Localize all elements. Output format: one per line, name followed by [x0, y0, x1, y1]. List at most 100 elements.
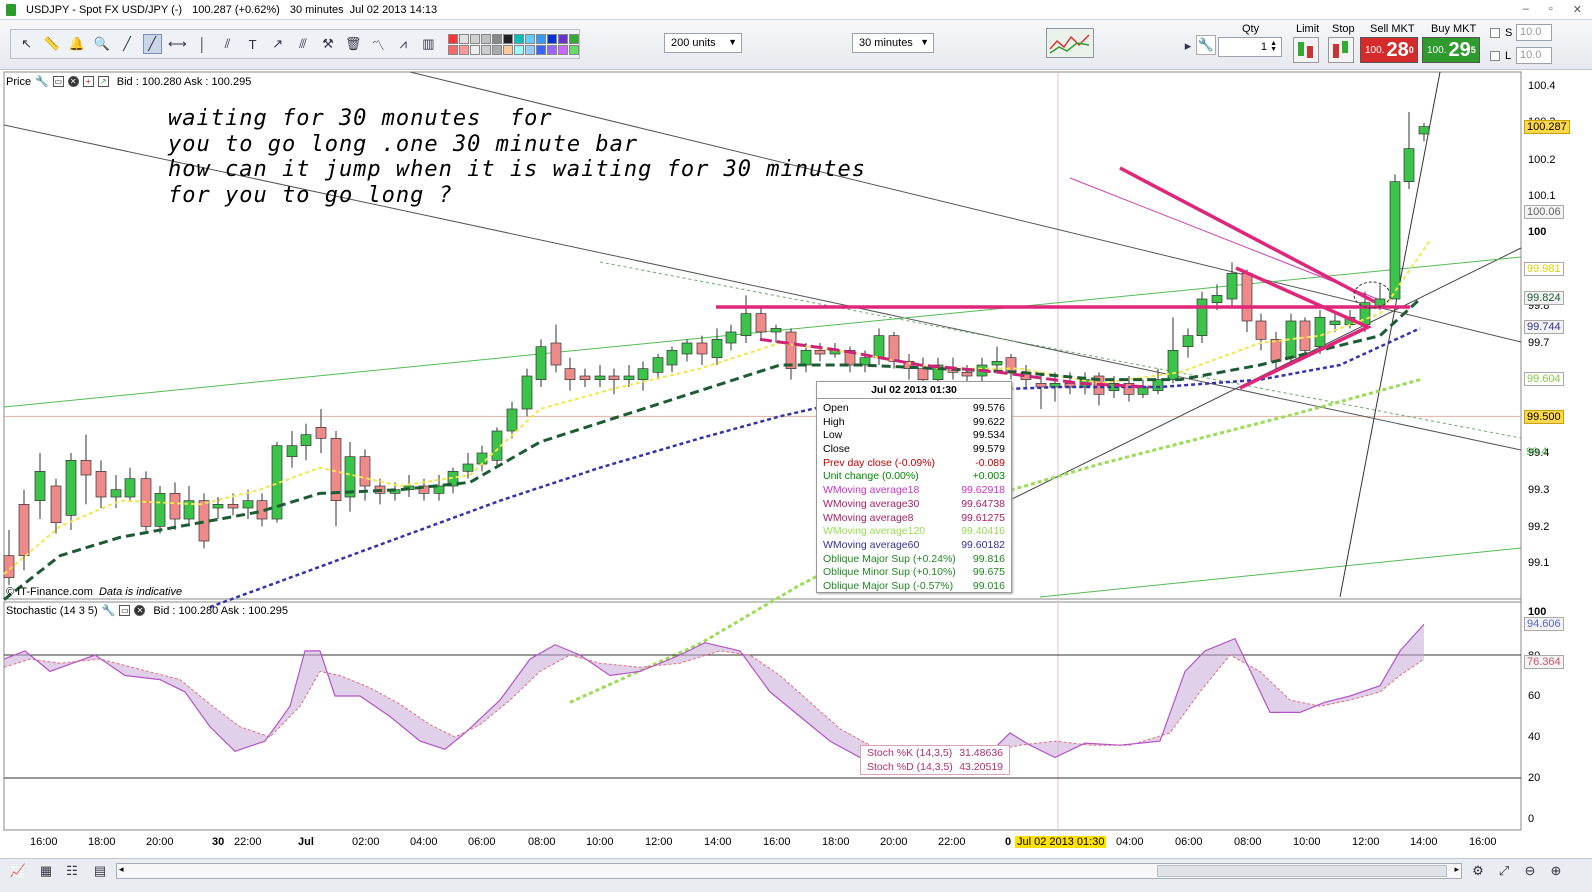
buy-market-button[interactable]: 100. 29 5 [1422, 37, 1480, 63]
color-swatch[interactable] [557, 33, 568, 44]
candle-body [1389, 181, 1401, 300]
close-icon[interactable]: ✕ [1573, 3, 1582, 16]
limit-distance-input[interactable]: 10.0 [1516, 47, 1552, 64]
candle-body [80, 459, 92, 476]
candle-body [579, 375, 591, 381]
candle-body [681, 342, 693, 355]
limit-order-button[interactable] [1293, 37, 1319, 63]
color-swatch[interactable] [524, 44, 535, 55]
window-icon[interactable]: ▭ [52, 76, 64, 87]
candle-body [34, 470, 46, 502]
scroll-left-icon[interactable]: ◂ [119, 864, 124, 875]
stoch-d-value: 43.20519 [959, 761, 1003, 773]
close-pane-icon[interactable]: ✕ [67, 76, 79, 87]
trash-icon[interactable]: 🗑 [344, 34, 363, 54]
color-swatch[interactable] [546, 33, 557, 44]
chart-icon[interactable]: 📈 [8, 861, 28, 881]
wrench-icon[interactable]: 🔧 [1196, 35, 1216, 55]
vertical-line-icon[interactable]: │ [193, 34, 212, 54]
tooltip-value: +0.003 [972, 470, 1005, 483]
arrow-icon[interactable]: ↗ [268, 34, 287, 54]
color-swatch[interactable] [458, 44, 469, 55]
trendline-icon[interactable]: ╱ [142, 34, 162, 54]
stop-checkbox[interactable] [1490, 28, 1500, 38]
buy-price-big: 29 [1448, 38, 1471, 61]
zoom-in-icon[interactable]: ⊕ [1546, 861, 1566, 881]
settings-icon[interactable]: ⚙ [1468, 861, 1488, 881]
sell-market-button[interactable]: 100. 28 0 [1360, 37, 1418, 63]
pointer-icon[interactable]: ↖ [17, 34, 36, 54]
copyright-text: © IT-Finance.com [6, 586, 93, 598]
text-icon[interactable]: T [243, 34, 262, 54]
color-swatch[interactable] [513, 44, 524, 55]
limit-checkbox[interactable] [1490, 51, 1500, 61]
tooltip-key: Oblique Major Sup (-0.57%) [823, 579, 954, 592]
candle-body [888, 335, 900, 362]
expand-arrow-icon[interactable]: ▸ [1182, 36, 1194, 56]
color-swatch[interactable] [469, 33, 480, 44]
add-indicator-icon[interactable]: + [82, 76, 94, 87]
layout-icon[interactable]: ▦ [36, 861, 56, 881]
settings-tools-icon[interactable]: ⚒ [318, 34, 337, 54]
color-swatch[interactable] [447, 44, 458, 55]
scroll-right-icon[interactable]: ▸ [1454, 864, 1459, 875]
color-swatch[interactable] [447, 33, 458, 44]
pattern-icon[interactable]: ⩘ [394, 34, 413, 54]
qty-input[interactable]: 1 ▲ ▼ [1218, 37, 1282, 57]
stoch-pane-frame [3, 601, 1522, 831]
color-swatch[interactable] [535, 33, 546, 44]
color-swatch[interactable] [491, 33, 502, 44]
color-swatch[interactable] [502, 33, 513, 44]
color-swatch[interactable] [480, 44, 491, 55]
tooltip-value: 99.534 [972, 429, 1005, 442]
color-swatch[interactable] [480, 33, 491, 44]
color-swatch[interactable] [568, 44, 579, 55]
channel-icon[interactable]: ⫽ [218, 34, 237, 54]
indicator-icon[interactable]: 〽 [369, 34, 388, 54]
export-icon[interactable]: ↗ [97, 76, 109, 87]
color-swatch[interactable] [535, 44, 546, 55]
zoom-fit-icon[interactable]: ⤢ [1494, 861, 1514, 881]
scrollbar-thumb[interactable] [1157, 865, 1447, 877]
color-swatch[interactable] [513, 33, 524, 44]
strategy-button[interactable] [1046, 28, 1094, 58]
time-scrollbar[interactable]: ◂ ▸ [116, 863, 1462, 879]
fibonacci-icon[interactable]: ⫻ [293, 34, 312, 54]
color-swatch[interactable] [491, 44, 502, 55]
drawing-tools-group: ↖ 📏 🔔 🔍 ╱ ╱ ⟷ │ ⫽ T ↗ ⫻ ⚒ 🗑 〽 ⩘ ▥ [10, 29, 580, 59]
ruler-icon[interactable]: 📏 [42, 34, 61, 54]
color-swatch[interactable] [557, 44, 568, 55]
alert-bell-icon[interactable]: 🔔 [67, 34, 86, 54]
zoom-out-icon[interactable]: ⊖ [1520, 861, 1540, 881]
wrench-icon[interactable]: 🔧 [102, 604, 116, 617]
close-pane-icon[interactable]: ✕ [134, 605, 146, 616]
color-swatch[interactable] [568, 33, 579, 44]
line-icon[interactable]: ╱ [117, 34, 136, 54]
list-icon[interactable]: ☷ [62, 861, 82, 881]
stop-distance-input[interactable]: 10.0 [1516, 24, 1552, 41]
sell-price-prefix: 100. [1365, 44, 1385, 56]
color-swatch[interactable] [458, 33, 469, 44]
window-icon[interactable]: ▭ [119, 605, 131, 616]
horizontal-line-icon[interactable]: ⟷ [168, 34, 187, 54]
color-swatch[interactable] [502, 44, 513, 55]
zoom-icon[interactable]: 🔍 [92, 34, 111, 54]
price-bidask: Bid : 100.280 Ask : 100.295 [116, 75, 252, 88]
color-swatch[interactable] [524, 33, 535, 44]
candle-body [594, 375, 606, 381]
price-axis-label: 99.7 [1528, 337, 1550, 349]
timeframe-title: 30 minutes [289, 3, 344, 16]
table-icon[interactable]: ▤ [90, 861, 110, 881]
stop-order-button[interactable] [1328, 37, 1354, 63]
wrench-icon[interactable]: 🔧 [35, 75, 49, 88]
candle-body [725, 331, 737, 344]
candle-type-icon[interactable]: ▥ [419, 34, 438, 54]
spinner-icon[interactable]: ▲ ▼ [1270, 40, 1277, 53]
minimize-icon[interactable]: – [1523, 3, 1529, 16]
units-select[interactable]: 200 units ▼ [664, 33, 742, 53]
interval-select[interactable]: 30 minutes ▼ [852, 33, 934, 53]
stoch-k-label: Stoch %K (14,3,5) [867, 747, 953, 759]
color-swatch[interactable] [546, 44, 557, 55]
color-swatch[interactable] [469, 44, 480, 55]
maximize-icon[interactable]: ▫ [1549, 3, 1553, 16]
